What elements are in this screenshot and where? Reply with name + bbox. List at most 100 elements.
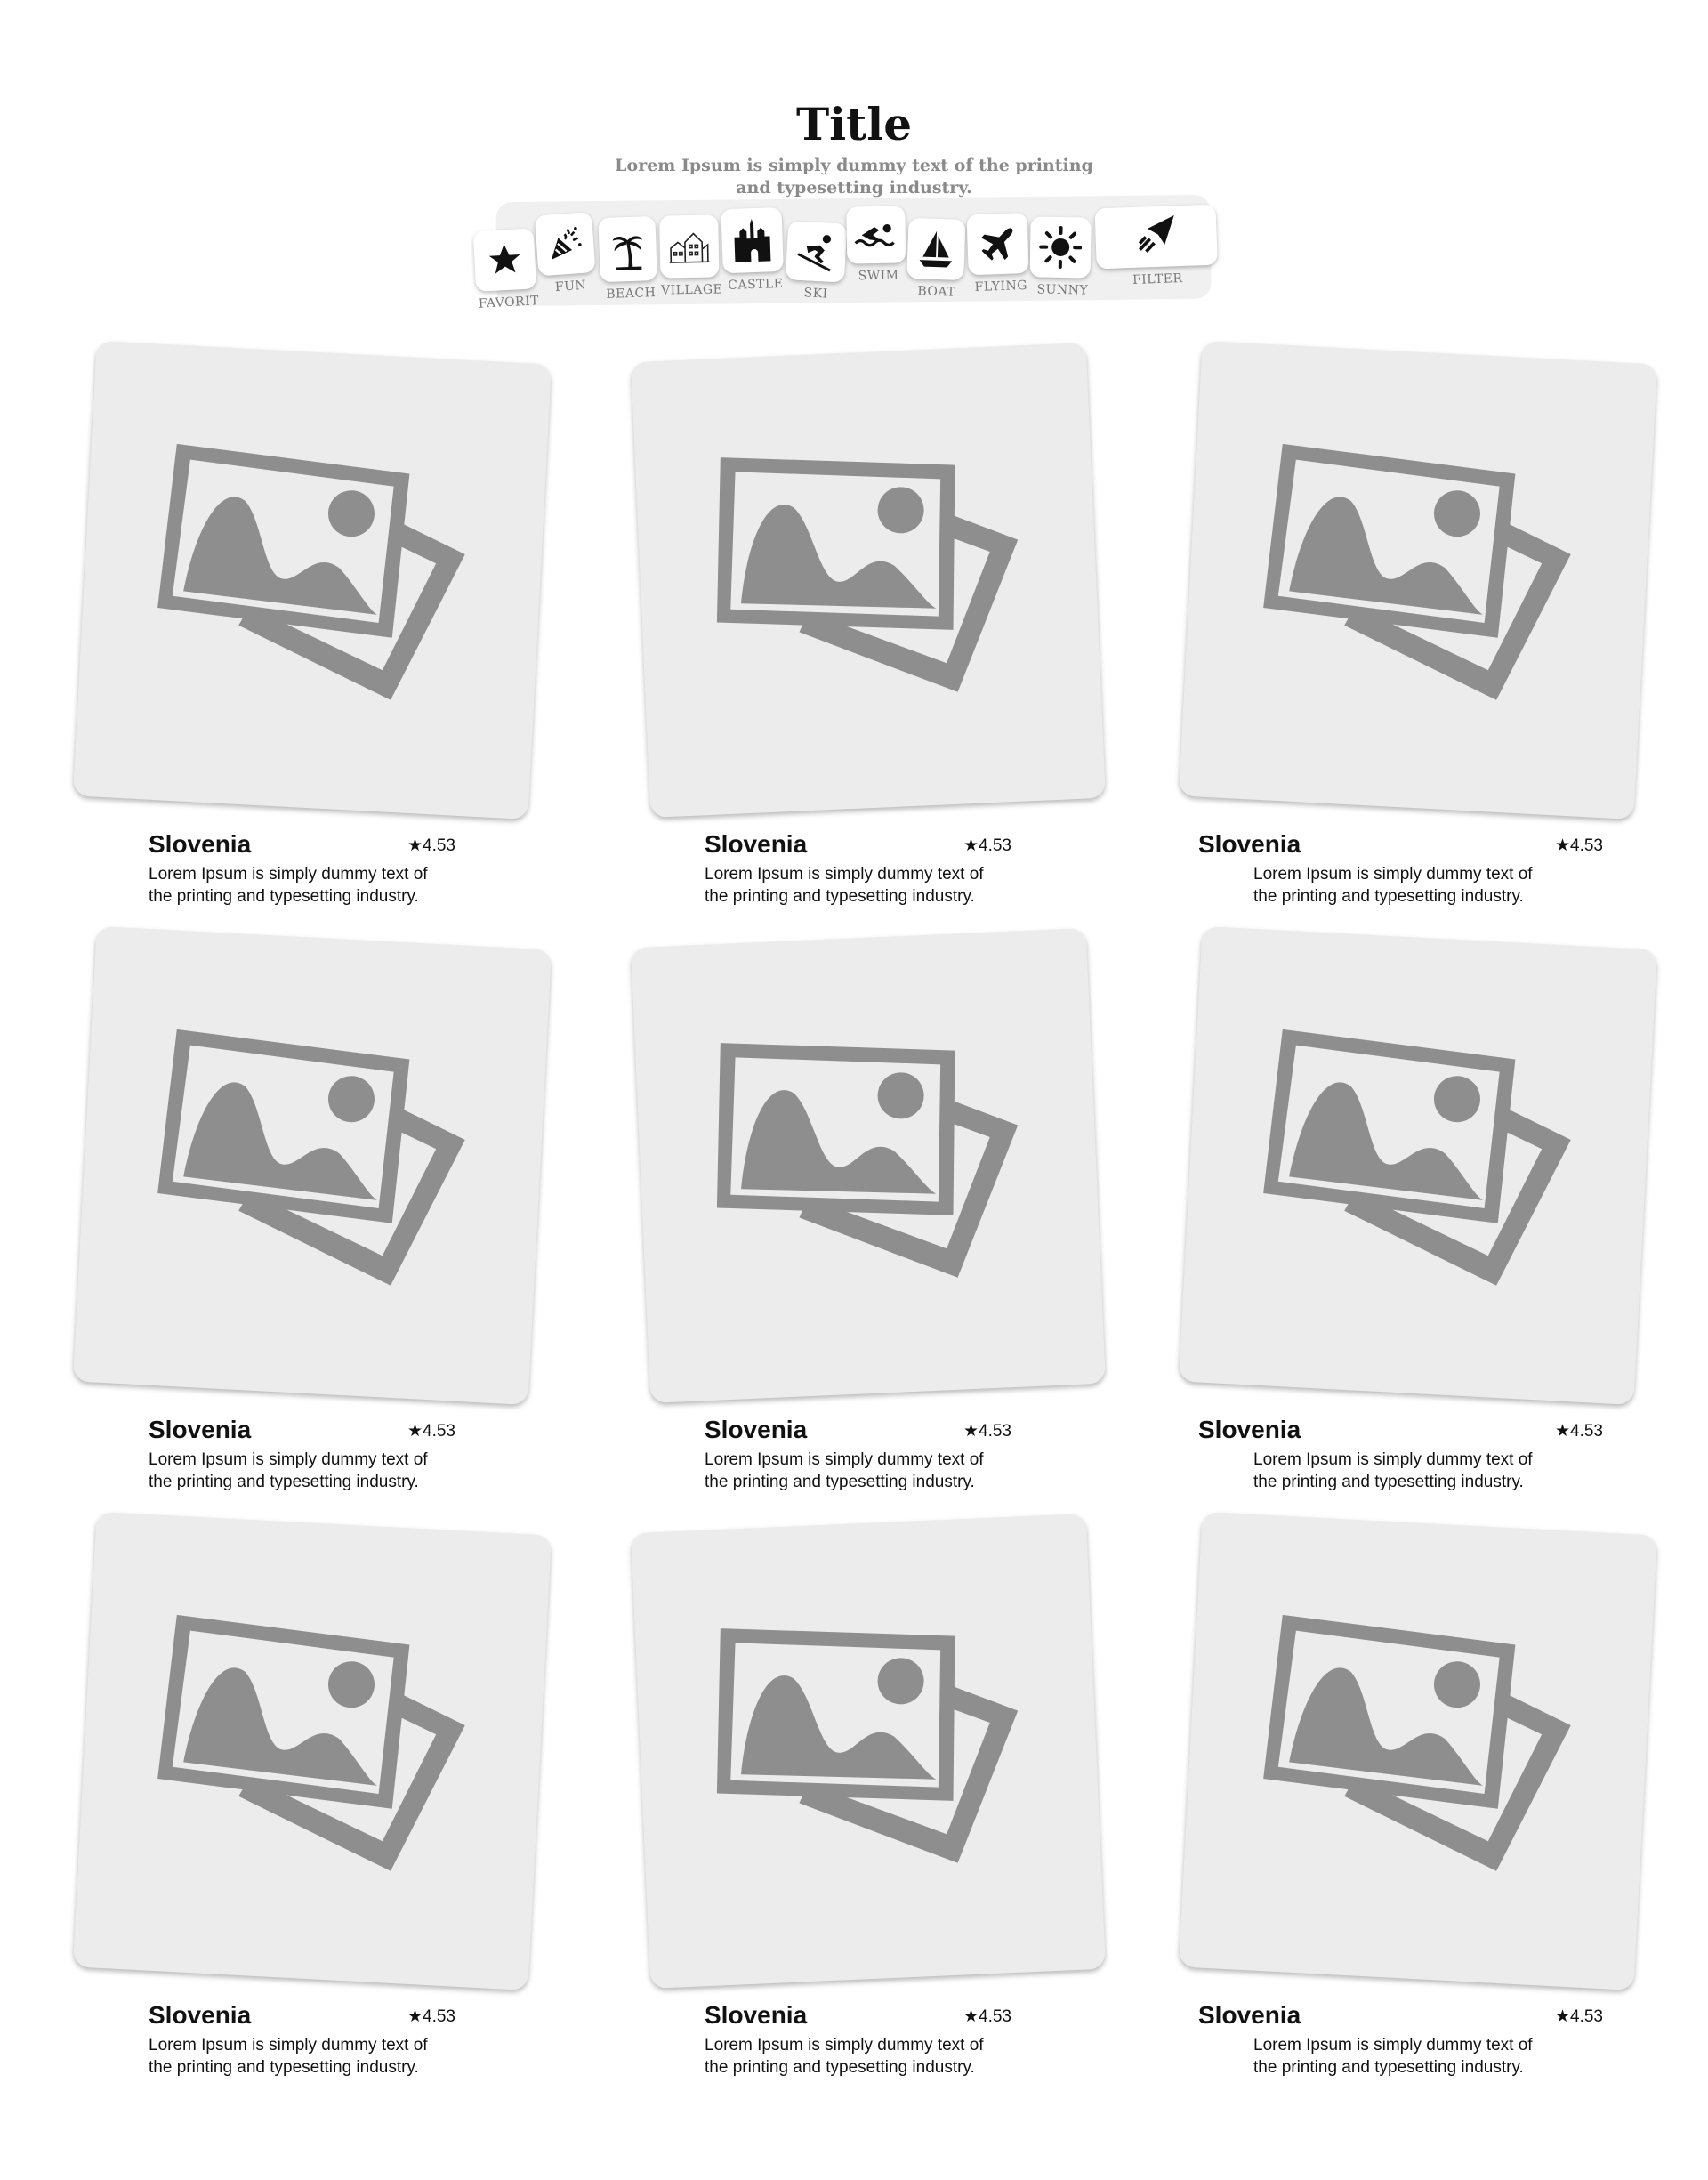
- destination-description: Lorem Ipsum is simply dummy text of the …: [1253, 865, 1533, 906]
- sunny-button[interactable]: [1029, 216, 1092, 279]
- destination-image[interactable]: [1178, 1511, 1658, 1991]
- destination-name[interactable]: Slovenia: [149, 830, 251, 859]
- category-label: FLYING: [974, 278, 1028, 295]
- destination-name[interactable]: Slovenia: [149, 1416, 251, 1444]
- star-icon: ★: [407, 1422, 423, 1441]
- rating-value: 4.53: [1570, 2007, 1603, 2026]
- image-placeholder-icon: [157, 1614, 465, 1871]
- rating-value: 4.53: [979, 836, 1011, 855]
- image-placeholder-icon: [1263, 443, 1571, 700]
- filter-button[interactable]: [1094, 204, 1218, 270]
- rating-value: 4.53: [1570, 836, 1603, 855]
- fun-button[interactable]: [534, 212, 596, 277]
- rating-value: 4.53: [979, 1422, 1011, 1441]
- village-button[interactable]: [659, 214, 720, 279]
- sailboat-icon: [919, 230, 953, 268]
- favorit-button[interactable]: [472, 228, 537, 292]
- category-fun[interactable]: FUN: [534, 212, 602, 296]
- rating-value: 4.53: [979, 2007, 1011, 2026]
- star-icon: ★: [963, 1422, 979, 1441]
- destination-name[interactable]: Slovenia: [1198, 830, 1301, 859]
- castle-icon: [734, 219, 771, 262]
- destination-description: Lorem Ipsum is simply dummy text of the …: [705, 2036, 984, 2077]
- image-placeholder-icon: [157, 1029, 465, 1286]
- destination-name[interactable]: Slovenia: [705, 2001, 807, 2030]
- category-boat[interactable]: BOAT: [906, 217, 969, 300]
- flying-button[interactable]: [966, 212, 1029, 276]
- sun-icon: [1039, 225, 1083, 269]
- image-placeholder-icon: [716, 457, 1019, 692]
- beach-button[interactable]: [598, 215, 657, 283]
- destination-image[interactable]: [631, 1514, 1106, 1989]
- star-icon: ★: [963, 836, 979, 855]
- ski-button[interactable]: [785, 221, 848, 283]
- destination-image[interactable]: [1178, 340, 1658, 820]
- destination-name[interactable]: Slovenia: [1198, 1416, 1301, 1444]
- category-swim[interactable]: SWIM: [846, 206, 909, 283]
- palm-tree-icon: [612, 236, 642, 270]
- image-placeholder-icon: [157, 443, 465, 700]
- category-beach[interactable]: BEACH: [598, 215, 661, 302]
- category-label: BOAT: [917, 284, 956, 300]
- star-icon: ★: [407, 836, 423, 855]
- category-label: SUNNY: [1036, 282, 1089, 298]
- page-header: Title Lorem Ipsum is simply dummy text o…: [0, 98, 1708, 199]
- destination-name[interactable]: Slovenia: [149, 2001, 251, 2030]
- star-icon: ★: [1554, 1422, 1571, 1441]
- destination-description: Lorem Ipsum is simply dummy text of the …: [1253, 2036, 1533, 2077]
- rating: ★4.53: [963, 1421, 1011, 1441]
- rating: ★4.53: [407, 1421, 455, 1441]
- send-arrow-icon: [1138, 214, 1174, 254]
- destination-description: Lorem Ipsum is simply dummy text of the …: [149, 865, 428, 906]
- castle-button[interactable]: [721, 206, 784, 274]
- skier-icon: [797, 235, 832, 272]
- rating-value: 4.53: [1570, 1422, 1603, 1441]
- destination-name[interactable]: Slovenia: [705, 1416, 807, 1444]
- page-title: Title: [795, 98, 913, 150]
- category-label: BEACH: [606, 286, 657, 302]
- category-ski[interactable]: SKI: [785, 221, 851, 303]
- destination-name[interactable]: Slovenia: [705, 830, 807, 859]
- swim-button[interactable]: [846, 206, 906, 264]
- category-label: FAVORIT: [478, 294, 540, 311]
- rating: ★4.53: [963, 836, 1011, 856]
- destination-image[interactable]: [1178, 925, 1658, 1406]
- image-placeholder-icon: [1263, 1029, 1571, 1286]
- rating: ★4.53: [407, 836, 455, 856]
- star-icon: ★: [963, 2007, 979, 2026]
- category-village[interactable]: VILLAGE: [659, 214, 723, 298]
- star-icon: ★: [407, 2007, 423, 2026]
- party-popper-icon: [551, 227, 582, 260]
- swimmer-icon: [854, 224, 895, 247]
- destination-description: Lorem Ipsum is simply dummy text of the …: [705, 1450, 984, 1491]
- destination-image[interactable]: [72, 1511, 552, 1991]
- destination-image[interactable]: [72, 340, 552, 820]
- destination-description: Lorem Ipsum is simply dummy text of the …: [705, 865, 984, 906]
- destination-image[interactable]: [72, 925, 552, 1406]
- rating-value: 4.53: [423, 836, 455, 855]
- image-placeholder-icon: [716, 1628, 1019, 1863]
- rating-value: 4.53: [423, 1422, 455, 1441]
- rating: ★4.53: [1555, 1421, 1603, 1441]
- category-favorit[interactable]: FAVORIT: [472, 228, 542, 311]
- village-icon: [669, 232, 710, 263]
- destination-description: Lorem Ipsum is simply dummy text of the …: [1253, 1450, 1533, 1491]
- page-subtitle: Lorem Ipsum is simply dummy text of the …: [615, 156, 1093, 198]
- category-flying[interactable]: FLYING: [966, 212, 1033, 295]
- destination-image[interactable]: [631, 928, 1106, 1403]
- category-label: SWIM: [858, 268, 899, 284]
- category-sunny[interactable]: SUNNY: [1029, 216, 1097, 297]
- rating: ★4.53: [1555, 836, 1603, 856]
- category-filter[interactable]: FILTER: [1094, 204, 1218, 289]
- destination-image[interactable]: [631, 343, 1106, 818]
- category-label: VILLAGE: [660, 282, 723, 298]
- category-label: CASTLE: [727, 276, 784, 294]
- star-icon: [488, 244, 520, 274]
- category-castle[interactable]: CASTLE: [721, 206, 787, 294]
- destination-name[interactable]: Slovenia: [1198, 2001, 1301, 2030]
- image-placeholder-icon: [716, 1043, 1019, 1278]
- destination-description: Lorem Ipsum is simply dummy text of the …: [149, 1450, 428, 1491]
- boat-button[interactable]: [906, 217, 966, 281]
- image-placeholder-icon: [1263, 1614, 1571, 1871]
- star-icon: ★: [1554, 2007, 1571, 2026]
